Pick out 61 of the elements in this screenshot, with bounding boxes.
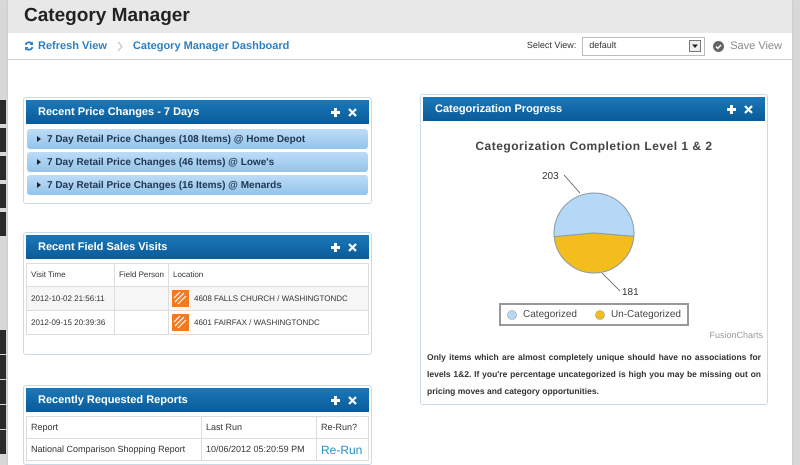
side-tab[interactable] [0, 100, 6, 124]
accordion-row[interactable]: 7 Day Retail Price Changes (108 Items) @ Home Depot [27, 129, 368, 149]
panel-title: Categorization Progress [435, 102, 562, 117]
side-tab[interactable] [0, 156, 6, 180]
legend-label: Un-Categorized [610, 308, 681, 322]
panel-title: Recent Price Changes - 7 Days [38, 104, 200, 120]
close-icon[interactable] [744, 104, 753, 114]
chart-credit: FusionCharts [709, 329, 763, 342]
add-icon[interactable] [331, 242, 340, 252]
view-select[interactable]: default [582, 36, 706, 56]
select-view-label: Select View: [526, 39, 576, 52]
table-cell: 4608 FALLS CHURCH / WASHINGTONDC [194, 292, 348, 304]
add-icon[interactable] [331, 108, 340, 116]
caret-icon [37, 159, 42, 165]
store-logo-icon [172, 314, 189, 331]
caret-icon [37, 182, 42, 188]
close-icon[interactable] [348, 242, 357, 252]
save-view-button[interactable]: Save View [713, 38, 782, 54]
side-tab[interactable] [0, 212, 6, 236]
table-cell: 10/06/2012 05:20:59 PM [202, 438, 316, 460]
table-cell: 4601 FAIRFAX / WASHINGTONDC [194, 316, 320, 328]
side-tab[interactable] [0, 380, 6, 404]
add-icon[interactable] [727, 104, 736, 114]
legend-marker-icon [507, 310, 518, 320]
close-icon[interactable] [348, 396, 357, 404]
accordion-row[interactable]: 7 Day Retail Price Changes (16 Items) @ Menards [27, 175, 368, 195]
panel-title: Recently Requested Reports [38, 392, 188, 408]
leader-line [602, 272, 620, 292]
column-header: Report [26, 416, 202, 438]
check-circle-icon [713, 40, 724, 52]
table-cell: 2012-09-15 20:39:36 [26, 310, 114, 334]
data-label: 181 [622, 287, 639, 298]
caret-icon [37, 136, 42, 142]
dropdown-icon [689, 40, 702, 52]
legend-marker-icon [594, 310, 605, 320]
column-header: Re-Run? [316, 416, 368, 438]
breadcrumb-link[interactable]: Category Manager Dashboard [132, 38, 290, 54]
chart-title: Categorization Completion Level 1 & 2 [475, 138, 713, 155]
close-icon[interactable] [348, 108, 357, 116]
panel-title: Recent Field Sales Visits [38, 240, 168, 255]
refresh-icon [24, 41, 34, 52]
side-tab[interactable] [0, 128, 6, 152]
column-header: Last Run [202, 416, 316, 438]
add-icon[interactable] [331, 396, 340, 404]
legend-label: Categorized [523, 308, 577, 322]
accordion-row[interactable]: 7 Day Retail Price Changes (46 Items) @ Lowe's [27, 152, 368, 172]
re-run-link[interactable]: Re-Run [321, 442, 362, 456]
leader-line [564, 174, 580, 194]
side-tab[interactable] [0, 330, 6, 354]
chevron-icon [116, 40, 123, 52]
side-tab[interactable] [0, 184, 6, 208]
side-tab[interactable] [0, 430, 6, 454]
table-cell: National Comparison Shopping Report [26, 438, 202, 460]
table-cell: 2012-10-02 21:56:11 [26, 286, 114, 310]
side-tab[interactable] [0, 405, 6, 429]
store-logo-icon [172, 290, 189, 307]
info-note: Only items which are almost completely unique should have no associations for levels 1&2. If you're percentage uncategorized is high you may be missing out on pricing moves and category opportunities. [426, 350, 762, 398]
side-tab[interactable] [0, 355, 6, 379]
refresh-button[interactable]: Refresh View [24, 38, 107, 54]
data-label: 203 [542, 171, 559, 182]
page-title: Category Manager [24, 4, 190, 28]
